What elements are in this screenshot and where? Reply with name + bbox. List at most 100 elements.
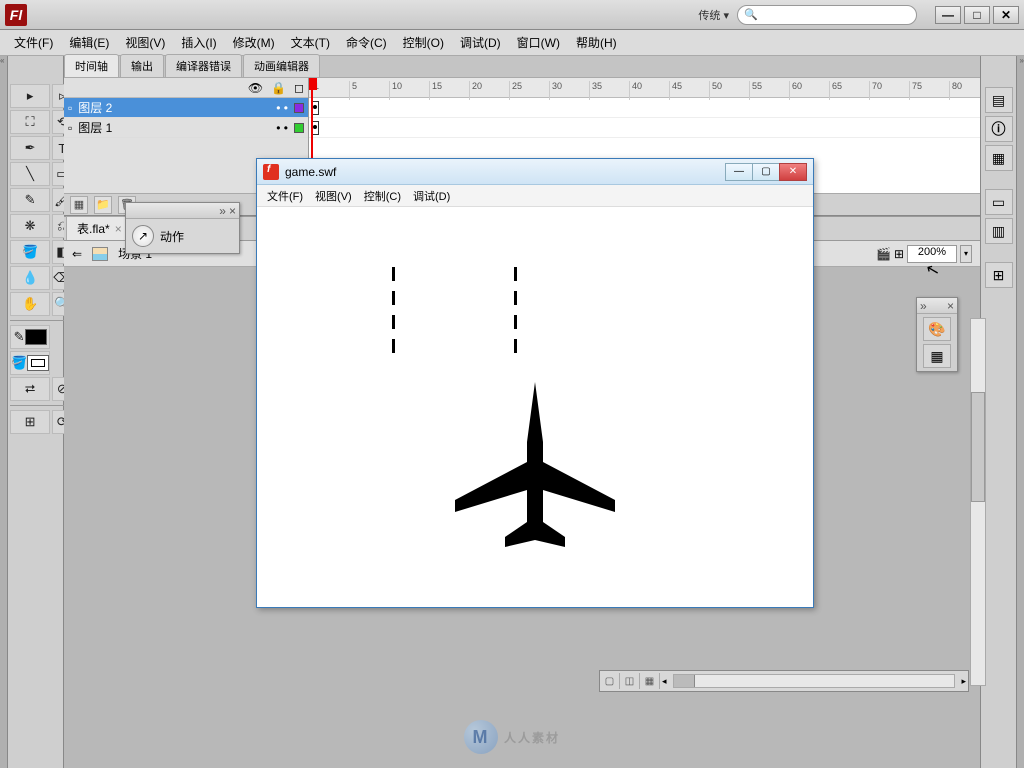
color-panel-icon[interactable]: ▭ <box>985 189 1013 215</box>
layer-color-swatch <box>294 123 304 133</box>
swatches-icon[interactable]: ▦ <box>923 344 951 368</box>
selection-tool[interactable]: ▸ <box>10 84 50 108</box>
bullet-sprite <box>392 315 395 329</box>
tab-output[interactable]: 输出 <box>120 54 164 77</box>
menu-modify[interactable]: 修改(M) <box>225 31 283 54</box>
menu-control[interactable]: 控制(O) <box>395 31 452 54</box>
new-folder-button[interactable]: 📁 <box>94 196 112 214</box>
search-icon: 🔍 <box>744 8 758 21</box>
stroke-color[interactable]: ✎ <box>10 325 50 349</box>
maximize-button[interactable]: □ <box>964 6 990 24</box>
outline-icon[interactable]: ◻ <box>294 81 304 95</box>
library-panel-icon[interactable]: ⓘ <box>985 116 1013 142</box>
swf-icon <box>263 164 279 180</box>
close-panel-icon[interactable]: × <box>947 299 954 313</box>
menu-command[interactable]: 命令(C) <box>338 31 395 54</box>
floating-palette[interactable]: »× 🎨 ▦ <box>916 297 958 372</box>
menu-view[interactable]: 视图(V) <box>117 31 173 54</box>
search-box[interactable]: 🔍 <box>737 5 917 25</box>
menu-text[interactable]: 文本(T) <box>283 31 338 54</box>
actions-panel-title: 动作 <box>160 228 184 245</box>
layer-color-swatch <box>294 103 304 113</box>
swf-minimize-button[interactable]: — <box>725 163 753 181</box>
paint-bucket-tool[interactable]: 🪣 <box>10 240 50 264</box>
horizontal-scrollbar[interactable] <box>673 674 956 688</box>
back-button[interactable]: ⇐ <box>72 247 82 261</box>
workspace-layout-dropdown[interactable]: 传统 ▾ <box>698 7 729 23</box>
visibility-icon[interactable]: 👁 <box>248 81 263 95</box>
menu-edit[interactable]: 编辑(E) <box>61 31 117 54</box>
menu-window[interactable]: 窗口(W) <box>509 31 568 54</box>
layer-row[interactable]: ▫ 图层 2 • • <box>64 98 308 118</box>
line-tool[interactable]: ╲ <box>10 162 50 186</box>
scene-icon <box>92 247 108 261</box>
layer-name: 图层 2 <box>78 99 112 116</box>
document-tab[interactable]: 表.fla*× <box>66 216 133 240</box>
free-transform-tool[interactable]: ⛶ <box>10 110 50 134</box>
properties-panel-icon[interactable]: ▤ <box>985 87 1013 113</box>
swatches-panel-icon[interactable]: ▥ <box>985 218 1013 244</box>
close-tab-icon[interactable]: × <box>115 222 122 236</box>
close-panel-icon[interactable]: × <box>229 204 236 218</box>
watermark: M人人素材 <box>464 720 560 754</box>
swf-title-text: game.swf <box>285 165 336 179</box>
minimize-button[interactable]: — <box>935 6 961 24</box>
bullet-sprite <box>392 291 395 305</box>
edit-symbol-icon[interactable]: ⊞ <box>894 247 904 261</box>
bullet-sprite <box>514 291 517 305</box>
search-input[interactable] <box>761 9 910 21</box>
transform-panel-icon[interactable]: ⊞ <box>985 262 1013 288</box>
swf-menu-control[interactable]: 控制(C) <box>358 186 407 206</box>
edit-scene-icon[interactable]: 🎬 <box>876 247 891 261</box>
swf-titlebar[interactable]: game.swf — ▢ ✕ <box>257 159 813 185</box>
layer-row[interactable]: ▫ 图层 1 • • <box>64 118 308 138</box>
swf-menu-view[interactable]: 视图(V) <box>309 186 358 206</box>
close-button[interactable]: ✕ <box>993 6 1019 24</box>
status-icon[interactable]: ◫ <box>620 673 640 689</box>
flash-logo-icon: Fl <box>5 4 27 26</box>
pencil-tool[interactable]: ✎ <box>10 188 50 212</box>
actions-script-icon[interactable]: ↗ <box>132 225 154 247</box>
status-icon[interactable]: ▦ <box>640 673 660 689</box>
status-icon[interactable]: ▢ <box>600 673 620 689</box>
menu-help[interactable]: 帮助(H) <box>568 31 625 54</box>
swf-menu-file[interactable]: 文件(F) <box>261 186 309 206</box>
bullet-sprite <box>392 267 395 281</box>
layer-icon: ▫ <box>68 121 72 135</box>
swap-colors[interactable]: ⮂ <box>10 377 50 401</box>
swf-maximize-button[interactable]: ▢ <box>752 163 780 181</box>
title-bar: Fl 传统 ▾ 🔍 — □ ✕ <box>0 0 1024 30</box>
vertical-scrollbar[interactable] <box>970 318 986 686</box>
menu-debug[interactable]: 调试(D) <box>452 31 509 54</box>
new-layer-button[interactable]: ▦ <box>70 196 88 214</box>
swf-player-window[interactable]: game.swf — ▢ ✕ 文件(F) 视图(V) 控制(C) 调试(D) <box>256 158 814 608</box>
lock-icon[interactable]: 🔒 <box>271 81 286 95</box>
menu-file[interactable]: 文件(F) <box>6 31 61 54</box>
snap-option[interactable]: ⊞ <box>10 410 50 434</box>
airplane-sprite <box>445 382 625 552</box>
align-panel-icon[interactable]: ▦ <box>985 145 1013 171</box>
zoom-dropdown[interactable]: ▾ <box>960 245 972 263</box>
menu-insert[interactable]: 插入(I) <box>173 31 224 54</box>
color-mixer-icon[interactable]: 🎨 <box>923 317 951 341</box>
hand-tool[interactable]: ✋ <box>10 292 50 316</box>
bullet-sprite <box>392 339 395 353</box>
left-dock-strip[interactable] <box>0 56 8 768</box>
collapse-icon[interactable]: » <box>219 204 226 218</box>
frame-ruler[interactable]: 15101520253035404550556065707580 <box>309 78 980 98</box>
tab-compiler-errors[interactable]: 编译器错误 <box>165 54 242 77</box>
deco-tool[interactable]: ❋ <box>10 214 50 238</box>
tab-motion-editor[interactable]: 动画编辑器 <box>243 54 320 77</box>
eyedropper-tool[interactable]: 💧 <box>10 266 50 290</box>
tab-timeline[interactable]: 时间轴 <box>64 54 119 77</box>
pen-tool[interactable]: ✒ <box>10 136 50 160</box>
right-dock-strip[interactable] <box>1016 56 1024 768</box>
menu-bar: 文件(F) 编辑(E) 视图(V) 插入(I) 修改(M) 文本(T) 命令(C… <box>0 30 1024 56</box>
swf-menu-debug[interactable]: 调试(D) <box>407 186 456 206</box>
fill-color[interactable]: 🪣 <box>10 351 50 375</box>
layer-icon: ▫ <box>68 101 72 115</box>
actions-panel[interactable]: »× ↗ 动作 <box>125 202 240 254</box>
swf-close-button[interactable]: ✕ <box>779 163 807 181</box>
layer-name: 图层 1 <box>78 119 112 136</box>
bullet-sprite <box>514 315 517 329</box>
